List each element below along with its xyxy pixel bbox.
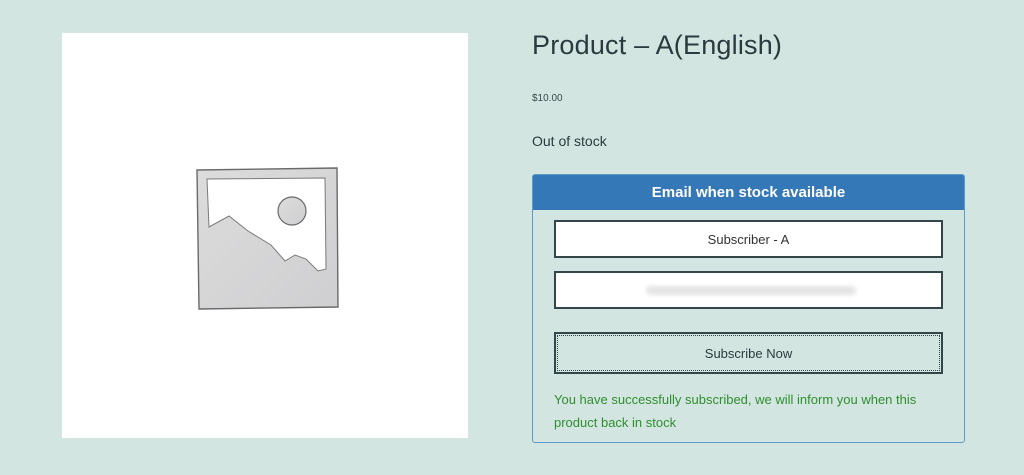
image-placeholder-icon [196,167,339,310]
product-title: Product – A(English) [532,30,783,60]
redacted-email [646,286,856,295]
stock-status: Out of stock [532,133,607,149]
form-header: Email when stock available [533,175,964,210]
product-image [62,33,468,438]
subscribe-button[interactable]: Subscribe Now [554,332,943,374]
subscriber-name-field[interactable] [554,220,943,258]
success-message: You have successfully subscribed, we wil… [554,392,917,430]
product-price: $10.00 [532,93,563,104]
stock-notification-form: Email when stock available Subscribe Now… [532,174,965,443]
email-field[interactable] [554,271,943,309]
